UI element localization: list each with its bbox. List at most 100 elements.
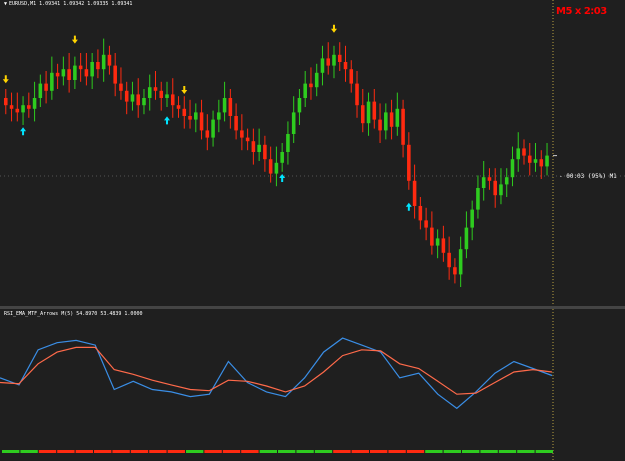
candle-body (297, 98, 302, 113)
candle-body (274, 162, 279, 174)
candle-body (430, 227, 434, 246)
indicator-header: RSI_EMA_MTF_Arrows M(5) 54.8970 53.4839 … (4, 311, 143, 317)
candle-body (504, 177, 509, 185)
candle-body (113, 65, 117, 84)
candle-body (263, 144, 267, 160)
candle-body (286, 134, 290, 152)
candle-body (55, 72, 60, 77)
candle-body (153, 87, 158, 91)
indicator-pane[interactable]: RSI_EMA_MTF_Arrows M(5) 54.8970 53.4839 … (0, 309, 625, 461)
candle-body (170, 94, 175, 106)
candle-body (453, 267, 457, 275)
candle-body (493, 180, 497, 196)
signal-bar-bull (259, 450, 277, 453)
sell-arrow-icon (71, 35, 78, 44)
indicator-svg (0, 309, 554, 461)
candle-body (401, 108, 405, 145)
candle-body (412, 180, 417, 206)
signal-bar-bull (480, 450, 498, 453)
candle-body (424, 220, 428, 228)
candle-body (447, 252, 451, 268)
signal-bar-bull (278, 450, 296, 453)
candle-body (407, 144, 411, 181)
candle-body (539, 159, 544, 167)
signal-bar-bull (443, 450, 461, 453)
candle-body (470, 209, 474, 228)
signal-bar-bull (2, 450, 20, 453)
sell-arrow-icon (181, 86, 188, 94)
candle-body (27, 105, 31, 109)
candle-body (384, 112, 388, 131)
signal-bar-bull (517, 450, 535, 453)
candle-body (355, 83, 359, 106)
buy-arrow-icon (164, 116, 171, 125)
signal-bar-bear (75, 450, 93, 453)
candle-body (67, 69, 71, 80)
dropdown-triangle-icon[interactable]: ▼ (4, 1, 7, 7)
candle-body (527, 155, 532, 163)
candle-body (130, 94, 135, 102)
candle-body (487, 177, 492, 181)
candle-body (78, 65, 83, 70)
candle-body (136, 94, 141, 106)
candle-body (205, 130, 210, 138)
signal-bar-bear (333, 450, 351, 453)
symbol-header: ▼ EURUSD,M1 1.09341 1.09342 1.09335 1.093… (4, 1, 132, 7)
candle-body (458, 249, 463, 275)
candle-body (61, 69, 66, 77)
candle-body (159, 90, 164, 98)
candle-body (510, 159, 515, 178)
candle-body (360, 105, 365, 124)
candle-body (147, 87, 152, 98)
signal-bar-bull (314, 450, 333, 453)
candle-body (142, 98, 146, 106)
candle-body (464, 227, 469, 250)
candle-body (44, 83, 48, 91)
candle-body (251, 141, 256, 152)
candle-body (32, 98, 37, 109)
candle-body (90, 62, 94, 77)
candle-body (21, 105, 25, 113)
candle-body (280, 152, 284, 163)
buy-arrow-icon (20, 127, 27, 136)
candle-body (73, 65, 77, 80)
signal-bar-bear (57, 450, 75, 453)
candle-body (326, 58, 331, 66)
candle-body (395, 108, 400, 127)
ema-line (0, 346, 553, 395)
signal-bar-bear (38, 450, 57, 453)
signal-bar-bear (406, 450, 425, 453)
candle-body (522, 148, 526, 156)
sell-arrow-icon (2, 75, 9, 84)
signal-bar-bear (94, 450, 112, 453)
candle-body (96, 62, 100, 70)
candle-body (119, 83, 123, 91)
candle-body (389, 112, 394, 127)
price-chart-svg (0, 0, 625, 306)
symbol-header-text: EURUSD,M1 1.09341 1.09342 1.09335 1.0934… (9, 1, 133, 7)
candle-body (332, 54, 336, 66)
signal-bar-bull (462, 450, 480, 453)
candle-body (349, 69, 354, 84)
candle-body (165, 94, 169, 98)
price-line-label: - 00:03 (95%) M1 (559, 173, 617, 180)
signal-bar-bear (370, 450, 388, 453)
candle-body (372, 101, 377, 120)
candle-body (228, 98, 233, 116)
candle-body (309, 83, 313, 88)
signal-bar-bull (425, 450, 443, 453)
buy-arrow-icon (405, 202, 412, 211)
candle-body (217, 112, 221, 120)
candle-body (533, 159, 538, 163)
candle-body (176, 105, 181, 109)
buy-arrow-icon (279, 174, 286, 182)
price-chart-pane[interactable]: ▼ EURUSD,M1 1.09341 1.09342 1.09335 1.093… (0, 0, 625, 306)
sell-arrow-icon (330, 24, 337, 33)
trading-chart-window: ▼ EURUSD,M1 1.09341 1.09342 1.09335 1.093… (0, 0, 625, 461)
candle-body (182, 108, 187, 116)
candle-body (418, 206, 423, 221)
candle-body (366, 101, 371, 124)
candle-body (516, 148, 521, 160)
candle-body (303, 83, 307, 98)
candle-body (222, 98, 227, 113)
